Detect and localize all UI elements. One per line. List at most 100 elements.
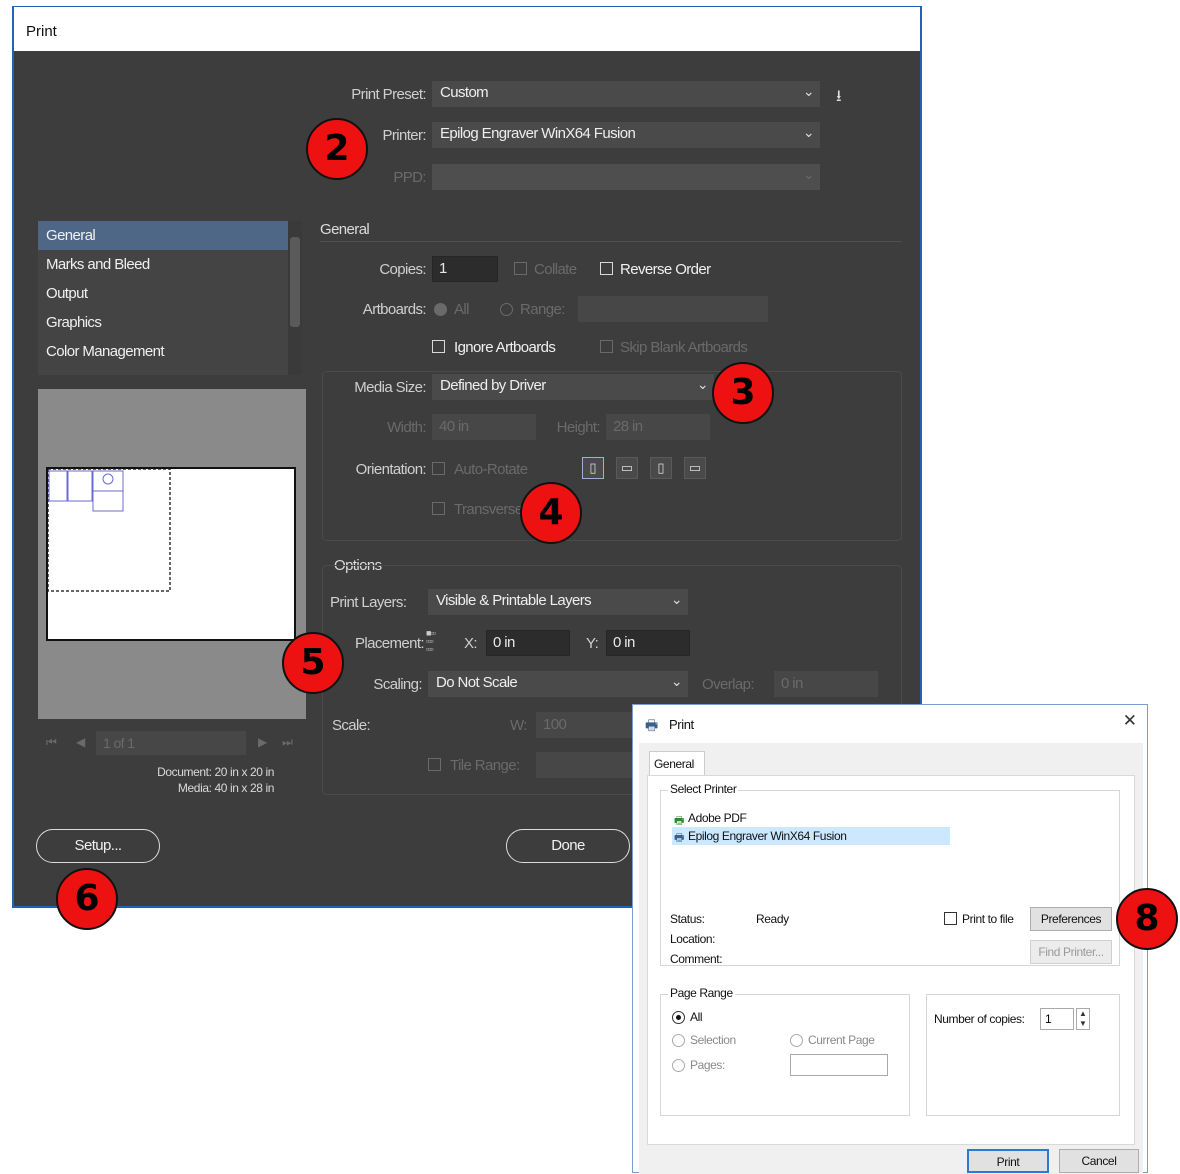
print-to-file-label: Print to file [962,912,1014,926]
width-field: 40 in [432,414,536,440]
range-selection-label: Selection [690,1033,736,1047]
x-field[interactable]: 0 in [486,630,570,656]
save-preset-icon[interactable]: ⭳ [836,85,842,112]
landscape-flipped-icon[interactable]: ▭ [684,457,706,479]
scaling-dropdown[interactable]: Do Not Scale ⌄ [428,671,688,697]
range-selection-radio [672,1034,685,1047]
ignore-artboards-label: Ignore Artboards [454,339,556,356]
skip-blank-label: Skip Blank Artboards [620,339,748,356]
artboards-range-label: Range: [520,301,565,318]
tile-range-field [536,752,632,778]
chevron-down-icon: ⌄ [696,376,709,392]
cancel-button[interactable]: Cancel [1059,1149,1139,1173]
orientation-label: Orientation: [355,461,427,478]
height-label: Height: [556,419,601,436]
section-divider [320,241,902,242]
media-size-dropdown[interactable]: Defined by Driver ⌄ [432,374,714,400]
w-field: 100 [536,712,632,738]
close-icon[interactable]: ✕ [1123,711,1137,731]
engraver-printer-icon: 🖶 [674,832,685,844]
chevron-down-icon: ⌄ [802,124,815,140]
height-field: 28 in [606,414,710,440]
sidebar-item-graphics[interactable]: Graphics [38,308,300,337]
y-field[interactable]: 0 in [606,630,690,656]
printer-dropdown[interactable]: Epilog Engraver WinX64 Fusion ⌄ [432,122,820,148]
range-all-radio[interactable] [672,1011,685,1024]
preview-page[interactable] [46,467,296,641]
skip-blank-checkbox [600,340,613,353]
comment-label: Comment: [670,952,723,966]
auto-rotate-label: Auto-Rotate [454,461,528,478]
done-button[interactable]: Done [506,829,630,863]
artboards-range-radio [500,303,513,316]
copies-label: Copies: [379,261,426,278]
sidebar-item-color-management[interactable]: Color Management [38,337,300,366]
print-button[interactable]: Print [967,1149,1049,1173]
callout-6: 6 [56,868,118,930]
printer-item-adobe-pdf[interactable]: Adobe PDF [688,811,747,825]
landscape-icon[interactable]: ▭ [616,457,638,479]
first-page-icon[interactable]: ⏮ [46,735,57,750]
transverse-label: Transverse [454,501,523,518]
range-pages-radio[interactable] [672,1059,685,1072]
dialog-body: General Select Printer 🖶 Adobe PDF 🖶 Epi… [639,743,1143,1174]
auto-rotate-checkbox [432,462,445,475]
print-to-file-checkbox[interactable] [944,912,957,925]
ppd-dropdown: ⌄ [432,164,820,190]
tab-general[interactable]: General [649,751,705,775]
sidebar-item-general[interactable]: General [38,221,300,250]
select-printer-label: Select Printer [668,782,739,796]
tile-range-checkbox [428,758,441,771]
general-section-heading: General [320,221,370,238]
transverse-checkbox [432,502,445,515]
prev-page-icon[interactable]: ◀ [76,735,85,749]
y-label: Y: [586,635,599,652]
dialog-title: Print [669,717,694,732]
print-layers-label: Print Layers: [330,594,407,611]
callout-2: 2 [306,118,368,180]
copies-spinner[interactable]: ▲ ▼ [1076,1008,1090,1030]
setup-button[interactable]: Setup... [36,829,160,863]
copies-input[interactable]: 1 [1040,1008,1074,1030]
range-all-label: All [690,1010,703,1024]
sidebar-scroll-thumb[interactable] [290,237,300,327]
portrait-icon[interactable]: ▯ [582,457,604,479]
find-printer-button: Find Printer... [1030,940,1112,964]
tab-panel: Select Printer 🖶 Adobe PDF 🖶 Epilog Engr… [647,775,1135,1145]
category-list: General Marks and Bleed Output Graphics … [38,221,300,375]
printer-item-epilog[interactable]: Epilog Engraver WinX64 Fusion [688,829,847,843]
printer-icon: 🖶 [645,717,659,733]
media-size-label: Media Size: [354,379,426,396]
next-page-icon[interactable]: ▶ [258,735,267,749]
x-label: X: [464,635,478,652]
sidebar-item-output[interactable]: Output [38,279,300,308]
pages-input[interactable] [790,1054,888,1076]
document-size-info: Document: 20 in x 20 in [157,765,274,779]
overlap-field: 0 in [774,671,878,697]
range-current-page-label: Current Page [808,1033,875,1047]
preview-artboard-graphic [47,468,171,592]
copies-field[interactable]: 1 [432,256,498,282]
media-size-info: Media: 40 in x 28 in [177,781,274,795]
range-current-page-radio [790,1034,803,1047]
width-label: Width: [387,419,427,436]
chevron-down-icon: ⌄ [670,591,683,607]
collate-checkbox [514,262,527,275]
print-layers-dropdown[interactable]: Visible & Printable Layers ⌄ [428,589,688,615]
copies-label: Number of copies: [934,1012,1025,1026]
preferences-button[interactable]: Preferences [1030,907,1112,931]
w-label: W: [510,717,527,734]
print-preset-dropdown[interactable]: Custom ⌄ [432,81,820,107]
reverse-order-checkbox[interactable] [600,262,613,275]
location-label: Location: [670,932,716,946]
sidebar-item-marks-and-bleed[interactable]: Marks and Bleed [38,250,300,279]
portrait-flipped-icon[interactable]: ▯ [650,457,672,479]
artboards-all-radio [434,303,447,316]
ignore-artboards-checkbox[interactable] [432,340,445,353]
artboards-range-field [578,296,768,322]
tile-range-label: Tile Range: [450,757,520,774]
placement-grid-icon[interactable]: ■▫▫ ▫▫▫ ▫▫▫ [426,629,450,655]
printer-value: Epilog Engraver WinX64 Fusion [440,125,636,142]
callout-8: 8 [1116,888,1178,950]
last-page-icon[interactable]: ⏭ [282,735,293,750]
